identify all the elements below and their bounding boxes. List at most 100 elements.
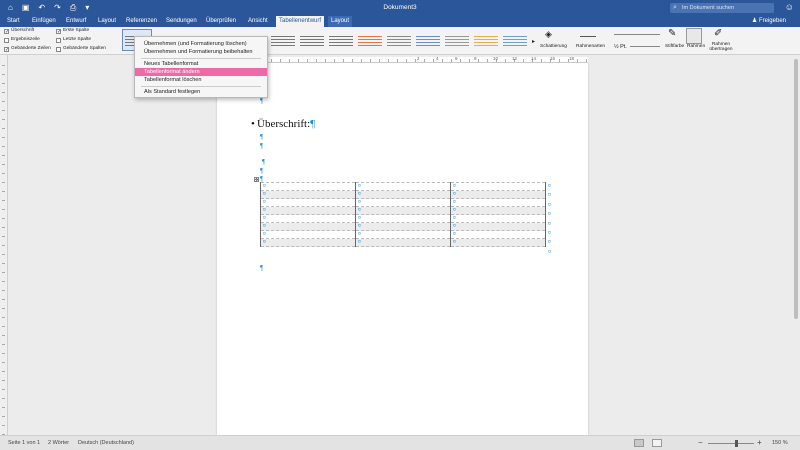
table-cell[interactable]: ¤	[355, 230, 451, 239]
language-status[interactable]: Deutsch (Deutschland)	[78, 436, 134, 450]
zoom-level[interactable]: 150 %	[772, 436, 788, 450]
table-cell[interactable]: ¤	[450, 206, 546, 215]
table-cell[interactable]: ¤	[450, 198, 546, 207]
table-cell[interactable]: ¤	[260, 238, 356, 247]
header-row-option[interactable]: ✓ Überschrift	[4, 27, 34, 35]
bullet: •	[251, 118, 255, 130]
border-styles-button[interactable]: Rahmenarten	[576, 44, 605, 49]
table-cell[interactable]: ¤	[355, 222, 451, 231]
table-style-thumb[interactable]	[415, 33, 441, 49]
table-cell[interactable]: ¤	[260, 230, 356, 239]
document-table[interactable]: ¤ ¤ ¤ ¤ ¤ ¤ ¤ ¤ ¤ ¤ ¤ ¤ ¤ ¤ ¤ ¤ ¤ ¤ ¤ ¤ ¤ ¤ ¤ ¤	[260, 182, 546, 247]
table-cell[interactable]: ¤	[355, 198, 451, 207]
table-cell[interactable]: ¤	[450, 190, 546, 199]
row-end-marker: ¤	[548, 183, 551, 189]
brush-icon[interactable]: ✐	[714, 28, 722, 39]
total-row-option[interactable]: Ergebniszeile	[4, 36, 40, 44]
table-cell[interactable]: ¤	[260, 206, 356, 215]
zoom-slider[interactable]	[708, 440, 754, 447]
menu-item-apply-clear[interactable]: Übernehmen (und Formatierung löschen)	[135, 40, 267, 48]
tab-sendungen[interactable]: Sendungen	[163, 16, 200, 27]
page-count[interactable]: Seite 1 von 1	[8, 436, 40, 450]
zoom-slider-knob[interactable]	[735, 440, 738, 447]
table-style-thumb[interactable]	[357, 33, 383, 49]
line-style-dropdown[interactable]	[614, 34, 660, 35]
header-row-checkbox[interactable]: ✓	[4, 28, 9, 34]
shading-button[interactable]: Schattierung	[540, 44, 567, 49]
zoom-out-icon[interactable]: −	[698, 435, 703, 450]
last-column-option[interactable]: Letzte Spalte	[56, 36, 91, 44]
table-row: ¤ ¤ ¤	[260, 222, 546, 231]
last-column-checkbox[interactable]	[56, 37, 61, 43]
borders-button[interactable]: Rahmen	[687, 44, 705, 49]
table-style-thumb[interactable]	[386, 33, 412, 49]
table-style-thumb[interactable]	[299, 33, 325, 49]
share-button[interactable]: ♟ Freigeben	[752, 16, 786, 27]
banded-columns-checkbox[interactable]	[56, 46, 61, 52]
menu-item-modify-table-style[interactable]: Tabellenformat ändern	[135, 68, 267, 76]
first-column-checkbox[interactable]: ✓	[56, 28, 61, 34]
table-cell[interactable]: ¤	[450, 222, 546, 231]
tab-table-layout[interactable]: Layout	[328, 16, 353, 27]
word-count[interactable]: 2 Wörter	[48, 436, 69, 450]
web-layout-view-button[interactable]	[652, 439, 662, 447]
pen-weight-dropdown[interactable]: ½ Pt.	[614, 44, 627, 50]
table-cell[interactable]: ¤	[260, 214, 356, 223]
tab-einfuegen[interactable]: Einfügen	[29, 16, 59, 27]
pen-color-button[interactable]: Stiftfarbe	[665, 44, 684, 49]
share-label: Freigeben	[758, 18, 786, 24]
document-heading[interactable]: • Überschrift:¶	[251, 118, 315, 130]
table-cell[interactable]: ¤	[450, 214, 546, 223]
feedback-smiley-icon[interactable]: ☺	[785, 2, 794, 12]
borders-icon[interactable]	[686, 28, 702, 44]
first-column-option[interactable]: ✓ Erste Spalte	[56, 27, 89, 35]
table-style-thumb[interactable]	[444, 33, 470, 49]
table-cell[interactable]: ¤	[355, 190, 451, 199]
table-row: ¤ ¤ ¤	[260, 230, 546, 239]
table-move-handle-icon[interactable]: ✥	[254, 177, 259, 182]
tab-ansicht[interactable]: Ansicht	[245, 16, 271, 27]
table-cell[interactable]: ¤	[355, 206, 451, 215]
tab-start[interactable]: Start	[4, 16, 23, 27]
pen-color-icon[interactable]: ✎	[668, 28, 676, 39]
menu-item-delete-table-style[interactable]: Tabellenformat löschen	[135, 76, 267, 84]
table-cell[interactable]: ¤	[260, 198, 356, 207]
table-row: ¤ ¤ ¤	[260, 214, 546, 223]
table-cell[interactable]: ¤	[260, 222, 356, 231]
menu-item-set-default[interactable]: Als Standard festlegen	[135, 88, 267, 96]
tab-ueberpruefen[interactable]: Überprüfen	[203, 16, 239, 27]
paint-bucket-icon[interactable]: ◈	[545, 29, 555, 39]
tab-referenzen[interactable]: Referenzen	[123, 16, 160, 27]
banded-columns-option[interactable]: Gebänderte Spalten	[56, 45, 106, 53]
table-cell[interactable]: ¤	[355, 238, 451, 247]
table-cell[interactable]: ¤	[355, 182, 451, 191]
document-search-input[interactable]: ⌕ Im Dokument suchen	[670, 3, 774, 13]
gallery-more-arrow-icon[interactable]: ▸	[532, 38, 535, 45]
ruler-number: 4	[436, 56, 439, 61]
print-layout-view-button[interactable]	[634, 439, 644, 447]
table-cell[interactable]: ¤	[450, 238, 546, 247]
banded-rows-checkbox[interactable]: ✓	[4, 46, 9, 52]
tab-entwurf[interactable]: Entwurf	[63, 16, 89, 27]
vertical-ruler[interactable]	[0, 55, 8, 435]
table-style-thumb[interactable]	[328, 33, 354, 49]
table-cell[interactable]: ¤	[450, 182, 546, 191]
table-style-thumb[interactable]	[502, 33, 528, 49]
menu-item-new-table-style[interactable]: Neues Tabellenformat	[135, 60, 267, 68]
total-row-checkbox[interactable]	[4, 37, 9, 43]
border-painter-button[interactable]: Rahmen übertragen	[708, 42, 734, 52]
tab-tabellenentwurf[interactable]: Tabellenentwurf	[276, 16, 325, 27]
document-page[interactable]: ¶ • Überschrift:¶ ¶ ¶ ¶ ¶ ¶ ✥ ¤ ¤ ¤ ¤ ¤ ¤ ¤ ¤ ¤ ¤…	[217, 63, 588, 435]
table-cell[interactable]: ¤	[260, 190, 356, 199]
banded-rows-option[interactable]: ✓ Gebänderte Zeilen	[4, 45, 51, 53]
scrollbar-thumb[interactable]	[794, 59, 798, 319]
zoom-in-icon[interactable]: +	[757, 435, 762, 450]
tab-layout[interactable]: Layout	[95, 16, 119, 27]
vertical-scrollbar[interactable]	[792, 55, 800, 435]
table-style-thumb[interactable]	[270, 33, 296, 49]
menu-item-apply-keep[interactable]: Übernehmen und Formatierung beibehalten	[135, 48, 267, 56]
table-cell[interactable]: ¤	[450, 230, 546, 239]
table-cell[interactable]: ¤	[355, 214, 451, 223]
table-style-thumb[interactable]	[473, 33, 499, 49]
table-cell[interactable]: ¤	[260, 182, 356, 191]
